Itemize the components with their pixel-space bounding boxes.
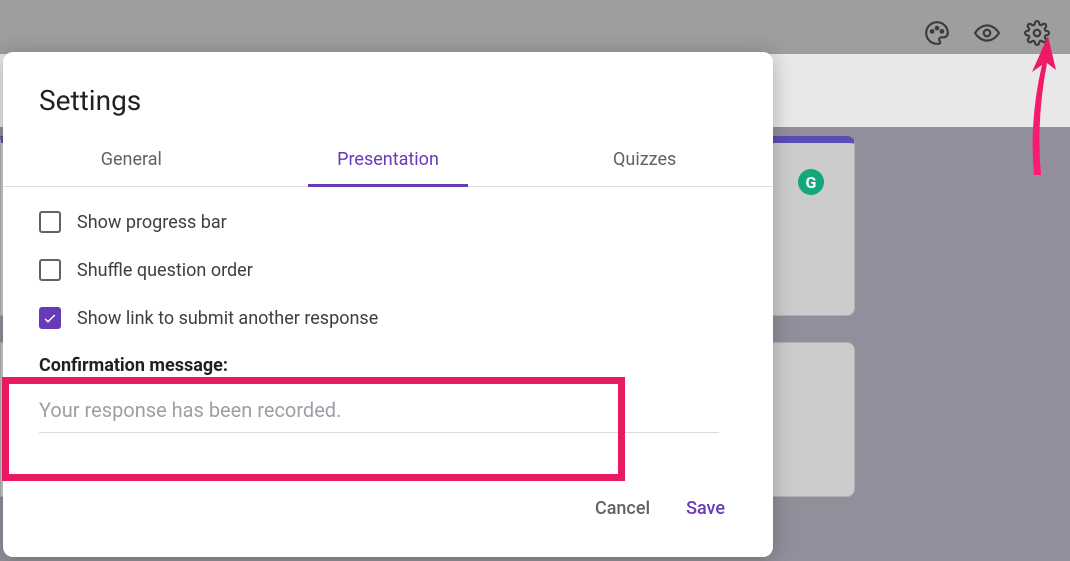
eye-icon[interactable] xyxy=(974,20,1000,46)
dialog-body: Show progress bar Shuffle question order… xyxy=(3,187,773,492)
checkbox-label: Show link to submit another response xyxy=(77,308,378,329)
dialog-footer: Cancel Save xyxy=(3,492,773,557)
confirmation-label: Confirmation message: xyxy=(39,355,737,376)
settings-dialog: Settings General Presentation Quizzes Sh… xyxy=(3,52,773,557)
checkbox-label: Shuffle question order xyxy=(77,260,253,281)
palette-icon[interactable] xyxy=(924,20,950,46)
checkbox-shuffle[interactable] xyxy=(39,259,61,281)
dialog-title: Settings xyxy=(3,52,773,135)
checkbox-label: Show progress bar xyxy=(77,212,227,233)
confirmation-section: Confirmation message: xyxy=(39,355,737,433)
tab-quizzes[interactable]: Quizzes xyxy=(516,135,773,186)
grammarly-badge: G xyxy=(798,169,824,195)
annotation-arrow xyxy=(1014,30,1064,180)
checkbox-submit-another[interactable] xyxy=(39,307,61,329)
tab-general[interactable]: General xyxy=(3,135,260,186)
option-shuffle: Shuffle question order xyxy=(39,259,737,281)
tab-presentation[interactable]: Presentation xyxy=(260,135,517,186)
confirmation-input[interactable] xyxy=(39,394,719,433)
cancel-button[interactable]: Cancel xyxy=(591,492,654,525)
tabs: General Presentation Quizzes xyxy=(3,135,773,187)
option-submit-another: Show link to submit another response xyxy=(39,307,737,329)
option-progress-bar: Show progress bar xyxy=(39,211,737,233)
checkbox-progress-bar[interactable] xyxy=(39,211,61,233)
save-button[interactable]: Save xyxy=(682,492,729,525)
